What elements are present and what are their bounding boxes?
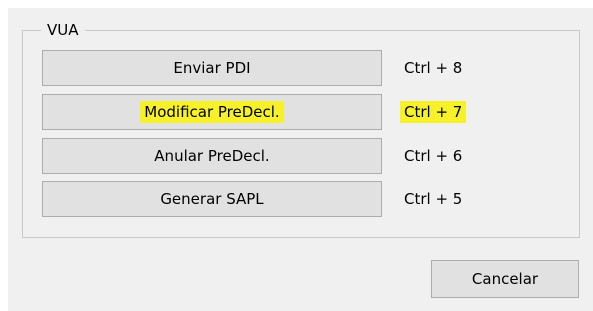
generar-sapl-shortcut-text: Ctrl + 5 [404,190,463,208]
cancel-button[interactable]: Cancelar [431,260,579,298]
modificar-predecl-shortcut: Ctrl + 7 [400,94,467,130]
anular-predecl-shortcut: Ctrl + 6 [404,138,462,174]
vua-dialog: VUA Enviar PDI Ctrl + 8 Modificar PreDec… [8,8,593,311]
anular-predecl-label: Anular PreDecl. [154,147,270,165]
modificar-predecl-label: Modificar PreDecl. [140,101,284,123]
anular-predecl-button[interactable]: Anular PreDecl. [42,138,382,174]
enviar-pdi-shortcut: Ctrl + 8 [404,50,462,86]
enviar-pdi-button[interactable]: Enviar PDI [42,50,382,86]
generar-sapl-label: Generar SAPL [160,190,264,208]
modificar-predecl-button[interactable]: Modificar PreDecl. [42,94,382,130]
generar-sapl-button[interactable]: Generar SAPL [42,181,382,217]
enviar-pdi-shortcut-text: Ctrl + 8 [404,59,463,77]
enviar-pdi-label: Enviar PDI [173,59,251,77]
anular-predecl-shortcut-text: Ctrl + 6 [404,147,463,165]
modificar-predecl-shortcut-text: Ctrl + 7 [400,101,467,123]
generar-sapl-shortcut: Ctrl + 5 [404,181,462,217]
cancel-button-label: Cancelar [471,270,539,288]
groupbox-title: VUA [41,20,85,40]
